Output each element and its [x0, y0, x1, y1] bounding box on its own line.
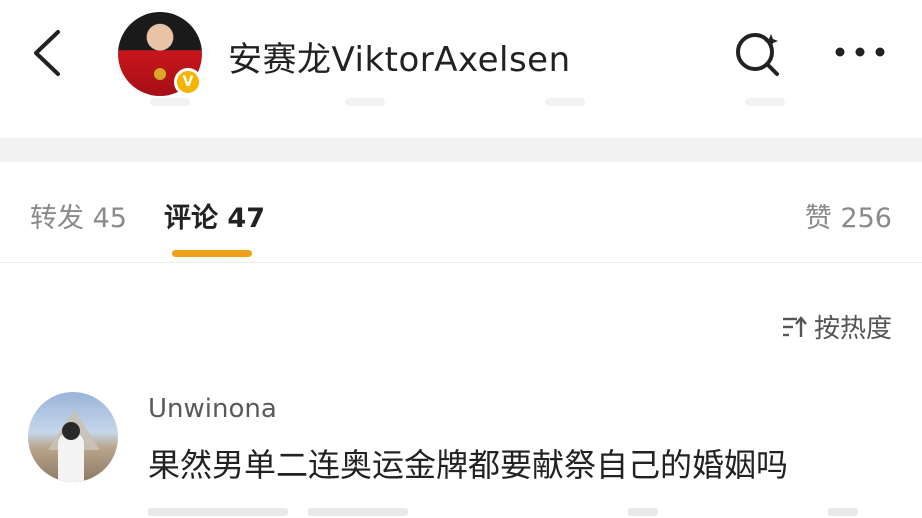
sort-icon	[782, 315, 807, 337]
active-tab-indicator	[172, 250, 252, 257]
profile-username[interactable]: 安赛龙ViktorAxelsen	[228, 32, 571, 81]
tab-comments[interactable]: 评论 47	[164, 196, 265, 235]
tab-count: 256	[840, 203, 892, 234]
faded-placeholder	[150, 98, 190, 106]
chevron-left-icon[interactable]	[28, 26, 68, 80]
comment-text: 果然男单二连奥运金牌都要献祭自己的婚姻吗	[148, 446, 789, 484]
commenter-avatar[interactable]	[28, 392, 118, 482]
sort-label: 按热度	[813, 314, 892, 344]
commenter-name[interactable]: Unwinona	[148, 394, 277, 424]
faded-placeholder	[308, 508, 408, 516]
faded-placeholder	[148, 508, 288, 516]
comment-meta-row	[148, 508, 888, 518]
tab-label: 转发	[30, 203, 84, 234]
faded-placeholder	[545, 98, 585, 106]
divider	[0, 262, 922, 263]
more-icon[interactable]	[832, 40, 888, 64]
section-separator	[0, 138, 922, 162]
faded-placeholder	[345, 98, 385, 106]
tab-count: 47	[227, 203, 265, 234]
medal-graphic	[154, 68, 166, 80]
sort-button[interactable]: 按热度	[780, 308, 892, 345]
search-icon[interactable]	[730, 26, 784, 80]
interaction-tabs: 转发 45 评论 47 赞 256	[0, 162, 922, 262]
tab-count: 45	[92, 203, 127, 234]
tab-likes[interactable]: 赞 256	[805, 196, 892, 235]
tab-repost[interactable]: 转发 45	[30, 196, 127, 235]
profile-header: V 安赛龙ViktorAxelsen	[0, 0, 922, 112]
faded-placeholder	[628, 508, 658, 516]
tab-label: 赞	[804, 203, 832, 234]
faded-placeholder	[745, 98, 785, 106]
avatar-photo-head	[62, 422, 80, 440]
faded-placeholder	[828, 508, 858, 516]
tab-label: 评论	[164, 203, 218, 234]
verified-badge-icon: V	[174, 68, 202, 96]
avatar[interactable]: V	[118, 12, 202, 96]
